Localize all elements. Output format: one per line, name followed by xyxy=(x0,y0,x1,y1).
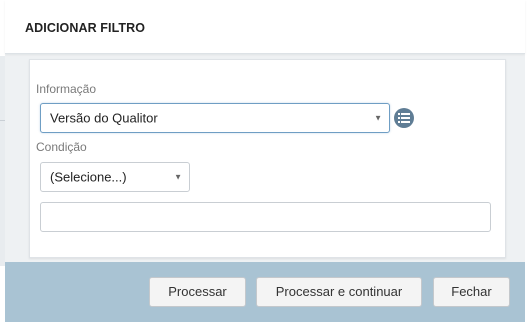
dialog-header: ADICIONAR FILTRO xyxy=(5,0,525,54)
list-icon-glyph xyxy=(398,113,410,123)
condicao-label: Condição xyxy=(36,140,87,154)
filter-form-panel: Informação Versão do Qualitor ▼ Condição… xyxy=(29,59,506,258)
chevron-down-icon: ▼ xyxy=(374,113,382,123)
dialog-footer: Processar Processar e continuar Fechar xyxy=(5,262,525,322)
processar-continuar-button[interactable]: Processar e continuar xyxy=(256,277,422,307)
chevron-down-icon: ▼ xyxy=(174,172,182,182)
informacao-select-value: Versão do Qualitor xyxy=(50,110,158,126)
condicao-select[interactable]: (Selecione...) ▼ xyxy=(40,162,190,192)
informacao-label: Informação xyxy=(36,82,97,96)
informacao-select[interactable]: Versão do Qualitor ▼ xyxy=(40,103,390,133)
add-filter-dialog: ADICIONAR FILTRO Informação Versão do Qu… xyxy=(5,0,525,322)
dialog-title: ADICIONAR FILTRO xyxy=(25,21,146,35)
condicao-select-value: (Selecione...) xyxy=(50,169,127,185)
fechar-button[interactable]: Fechar xyxy=(433,277,510,307)
list-icon[interactable] xyxy=(394,108,414,128)
processar-button[interactable]: Processar xyxy=(149,277,246,307)
filter-value-input[interactable] xyxy=(40,202,491,232)
